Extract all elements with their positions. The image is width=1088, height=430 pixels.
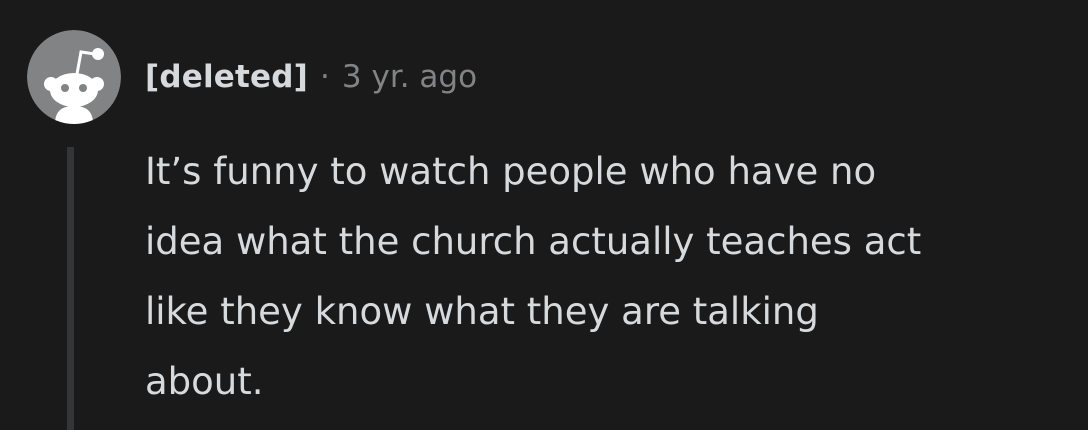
avatar[interactable] [27,30,121,124]
comment-body-line: about. [145,360,264,403]
comment-body-line: like they know what they are talking [145,290,819,333]
timestamp[interactable]: 3 yr. ago [342,59,477,95]
comment-body-line: It’s funny to watch people who have no [145,150,877,193]
comment-body-line: idea what the church actually teaches ac… [145,220,922,263]
reddit-snoo-icon [27,30,121,124]
comment: [deleted] · 3 yr. ago It’s funny to watc… [0,0,1088,430]
thread-collapse-line[interactable] [67,147,74,430]
separator-dot: · [320,59,330,95]
comment-body: It’s funny to watch people who have no i… [145,137,1065,417]
author-name[interactable]: [deleted] [145,59,308,95]
comment-header: [deleted] · 3 yr. ago [145,54,477,100]
